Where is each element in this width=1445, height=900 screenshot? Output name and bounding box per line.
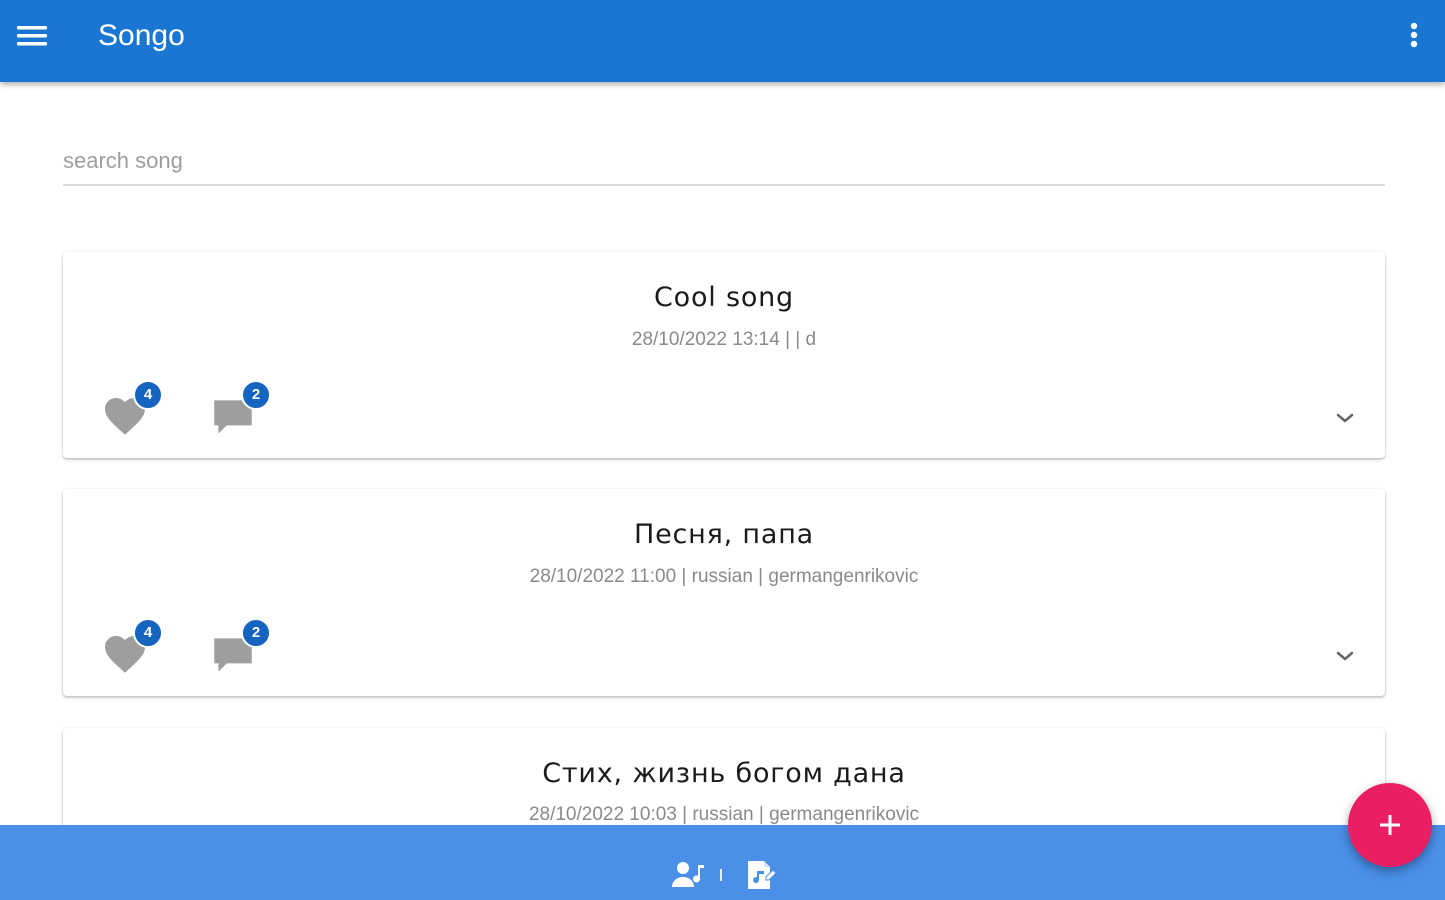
song-title: Песня, папа xyxy=(633,519,814,550)
like-button[interactable]: 4 xyxy=(100,618,164,682)
artists-icon xyxy=(672,862,704,887)
bottom-nav-bar xyxy=(0,825,1445,900)
search-input[interactable] xyxy=(63,140,1385,186)
comment-count-badge: 2 xyxy=(241,380,271,410)
song-title: Стих, жизнь богом дана xyxy=(542,758,906,789)
more-options-button[interactable] xyxy=(1396,17,1432,57)
song-meta: 28/10/2022 10:03 | russian | germangenri… xyxy=(528,804,920,825)
menu-button[interactable] xyxy=(12,17,54,57)
chevron-down-icon xyxy=(1336,413,1354,423)
comment-count-badge: 2 xyxy=(241,618,271,648)
nav-songs-button[interactable] xyxy=(742,857,778,893)
expand-button[interactable] xyxy=(1329,640,1361,672)
more-vert-icon xyxy=(1410,22,1418,48)
nav-separator xyxy=(720,869,722,881)
comment-button[interactable]: 2 xyxy=(208,380,272,444)
menu-icon xyxy=(17,26,47,46)
app-bar: Songo xyxy=(0,0,1445,82)
song-card[interactable]: Песня, папа 28/10/2022 11:00 | russian |… xyxy=(63,489,1385,696)
plus-icon xyxy=(1380,815,1400,835)
comment-button[interactable]: 2 xyxy=(208,618,272,682)
search-field xyxy=(63,140,1385,188)
songs-icon xyxy=(748,861,777,889)
like-count-badge: 4 xyxy=(133,618,163,648)
expand-button[interactable] xyxy=(1329,402,1361,434)
like-button[interactable]: 4 xyxy=(100,380,164,444)
song-meta: 28/10/2022 13:14 | | d xyxy=(631,329,817,350)
chevron-down-icon xyxy=(1336,651,1354,661)
song-meta: 28/10/2022 11:00 | russian | germangenri… xyxy=(529,566,919,587)
song-card[interactable]: Cool song 28/10/2022 13:14 | | d 4 2 xyxy=(63,252,1385,458)
app-title: Songo xyxy=(98,19,185,52)
add-song-button[interactable] xyxy=(1348,783,1432,867)
nav-artists-button[interactable] xyxy=(670,859,708,891)
like-count-badge: 4 xyxy=(133,380,163,410)
song-title: Cool song xyxy=(653,282,794,313)
